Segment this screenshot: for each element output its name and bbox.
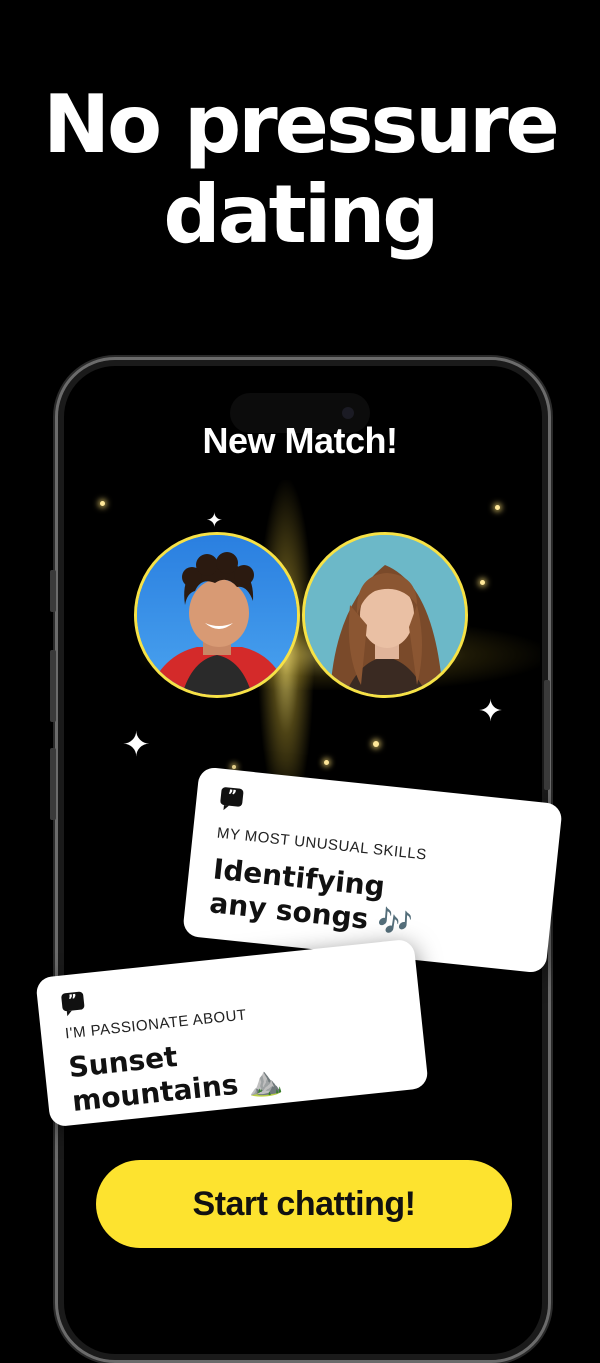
sparkle-icon: ✦ [206, 508, 223, 532]
prompt-answer-text: Identifying any songs [207, 852, 387, 936]
music-notes-icon: 🎶 [376, 903, 415, 941]
match-title: New Match! [202, 420, 398, 461]
phone-side-button [50, 650, 56, 722]
sparkle-dot [480, 580, 485, 585]
sparkle-dot [495, 505, 500, 510]
sparkle-icon: ✦ [478, 694, 504, 729]
phone-side-button [50, 748, 56, 820]
phone-power-button [544, 680, 550, 790]
sparkle-dot [324, 760, 329, 765]
mountain-icon: ⛰️ [246, 1063, 285, 1100]
quote-icon: ” [60, 991, 85, 1012]
avatar-match-2 [302, 532, 468, 698]
prompt-answer: Identifying any songs 🎶 [208, 852, 538, 954]
headline: No pressure dating [0, 80, 600, 260]
headline-line-2: dating [163, 168, 439, 261]
sparkle-dot [373, 741, 379, 747]
headline-line-1: No pressure [43, 78, 560, 171]
avatar-illustration [137, 535, 297, 695]
sparkle-icon: ✦ [122, 725, 151, 765]
avatar-illustration [305, 535, 465, 695]
start-chatting-button[interactable]: Start chatting! [96, 1160, 512, 1248]
sparkle-dot [232, 765, 236, 769]
camera-icon [342, 407, 354, 419]
phone-side-button [50, 570, 56, 612]
quote-icon: ” [219, 786, 244, 808]
prompt-answer-text: Sunset mountains [67, 1039, 240, 1118]
avatar-match-1 [134, 532, 300, 698]
sparkle-dot [100, 501, 105, 506]
